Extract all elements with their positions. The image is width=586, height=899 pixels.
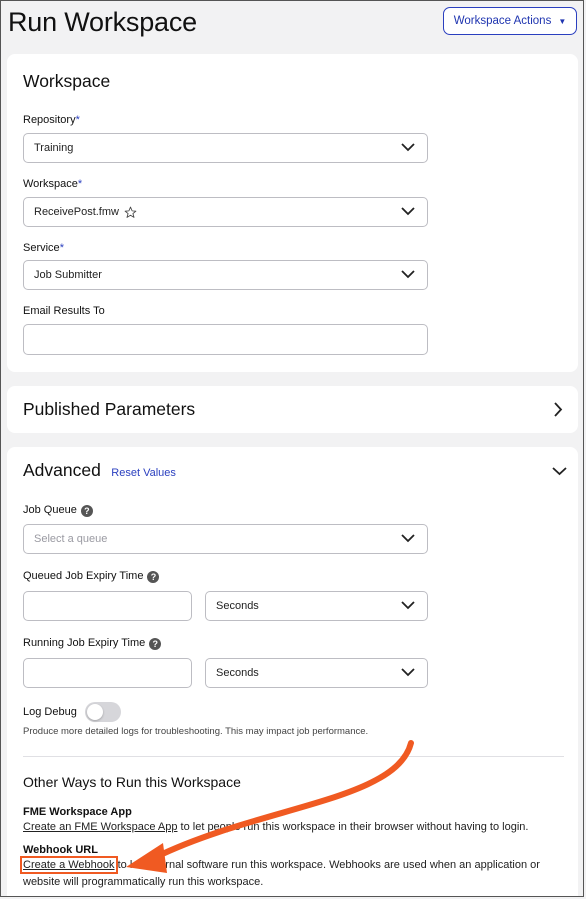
queued-expiry-unit-select[interactable]: Seconds: [205, 591, 428, 621]
workspace-card: Workspace Repository* Training Workspace…: [7, 54, 578, 372]
queued-expiry-unit: Seconds: [216, 600, 259, 612]
workspace-app-description: Create an FME Workspace App to let peopl…: [23, 819, 553, 836]
workspace-select[interactable]: ReceivePost.fmw: [23, 197, 428, 227]
job-queue-label: Job Queue?: [23, 504, 93, 517]
webhook-url-title: Webhook URL: [23, 844, 98, 856]
log-debug-label: Log Debug: [23, 706, 77, 718]
reset-values-link[interactable]: Reset Values: [111, 467, 176, 479]
workspace-label-text: Workspace: [23, 178, 78, 190]
required-mark: *: [77, 178, 83, 190]
workspace-actions-button[interactable]: Workspace Actions ▼: [443, 7, 577, 35]
running-expiry-unit: Seconds: [216, 667, 259, 679]
advanced-heading: Advanced: [23, 460, 101, 480]
chevron-down-icon: [401, 668, 415, 677]
workspace-value: ReceivePost.fmw: [34, 206, 119, 218]
favorite-star-icon[interactable]: [124, 206, 137, 219]
repository-label: Repository*: [23, 114, 80, 126]
service-select[interactable]: Job Submitter: [23, 260, 428, 290]
caret-down-icon: ▼: [558, 16, 567, 26]
workspace-label: Workspace*: [23, 178, 82, 190]
chevron-down-icon: [401, 534, 415, 543]
repository-value: Training: [34, 142, 74, 154]
advanced-header: Advanced Reset Values: [23, 460, 176, 481]
running-expiry-label: Running Job Expiry Time?: [23, 637, 162, 650]
help-icon[interactable]: ?: [149, 638, 162, 650]
queued-expiry-field[interactable]: [23, 591, 192, 621]
required-mark: *: [59, 242, 64, 254]
job-queue-select[interactable]: Select a queue: [23, 524, 428, 554]
running-expiry-label-text: Running Job Expiry Time: [23, 637, 146, 649]
chevron-down-icon: [401, 270, 415, 279]
job-queue-placeholder: Select a queue: [34, 533, 108, 545]
chevron-down-icon[interactable]: [552, 466, 567, 476]
chevron-down-icon: [401, 601, 415, 610]
repository-select[interactable]: Training: [23, 133, 428, 163]
running-expiry-field[interactable]: [23, 658, 192, 688]
log-debug-hint: Produce more detailed logs for troublesh…: [23, 726, 369, 737]
other-ways-heading: Other Ways to Run this Workspace: [23, 774, 241, 790]
queued-expiry-label-text: Queued Job Expiry Time: [23, 570, 144, 582]
log-debug-toggle[interactable]: [85, 702, 121, 722]
required-mark: *: [75, 114, 80, 126]
service-label-text: Service: [23, 242, 60, 254]
workspace-app-text: to let people run this workspace in thei…: [177, 821, 529, 833]
published-parameters-card[interactable]: Published Parameters: [7, 386, 578, 433]
running-expiry-unit-select[interactable]: Seconds: [205, 658, 428, 688]
webhook-description: Create a Webhook to let external softwar…: [20, 856, 553, 891]
help-icon[interactable]: ?: [147, 571, 160, 583]
job-queue-label-text: Job Queue: [23, 504, 77, 516]
toggle-knob: [87, 704, 103, 720]
service-label: Service*: [23, 242, 64, 254]
workspace-app-title: FME Workspace App: [23, 806, 132, 818]
repository-label-text: Repository: [23, 114, 76, 126]
create-workspace-app-link[interactable]: Create an FME Workspace App: [23, 821, 177, 833]
workspace-heading: Workspace: [23, 71, 111, 91]
chevron-right-icon[interactable]: [553, 402, 563, 417]
divider: [23, 756, 564, 757]
workspace-actions-label: Workspace Actions: [453, 15, 552, 27]
advanced-card: Advanced Reset Values Job Queue? Select …: [7, 447, 578, 896]
chevron-down-icon: [401, 143, 415, 152]
page-title: Run Workspace: [8, 7, 197, 37]
run-workspace-page: Run Workspace Workspace Actions ▼ Worksp…: [0, 0, 584, 897]
email-label: Email Results To: [23, 305, 105, 317]
queued-expiry-label: Queued Job Expiry Time?: [23, 570, 160, 583]
email-field[interactable]: [23, 324, 428, 355]
published-parameters-heading: Published Parameters: [23, 399, 196, 419]
service-value: Job Submitter: [34, 269, 102, 281]
chevron-down-icon: [401, 207, 415, 216]
create-webhook-link[interactable]: Create a Webhook: [20, 856, 118, 874]
help-icon[interactable]: ?: [80, 505, 93, 517]
